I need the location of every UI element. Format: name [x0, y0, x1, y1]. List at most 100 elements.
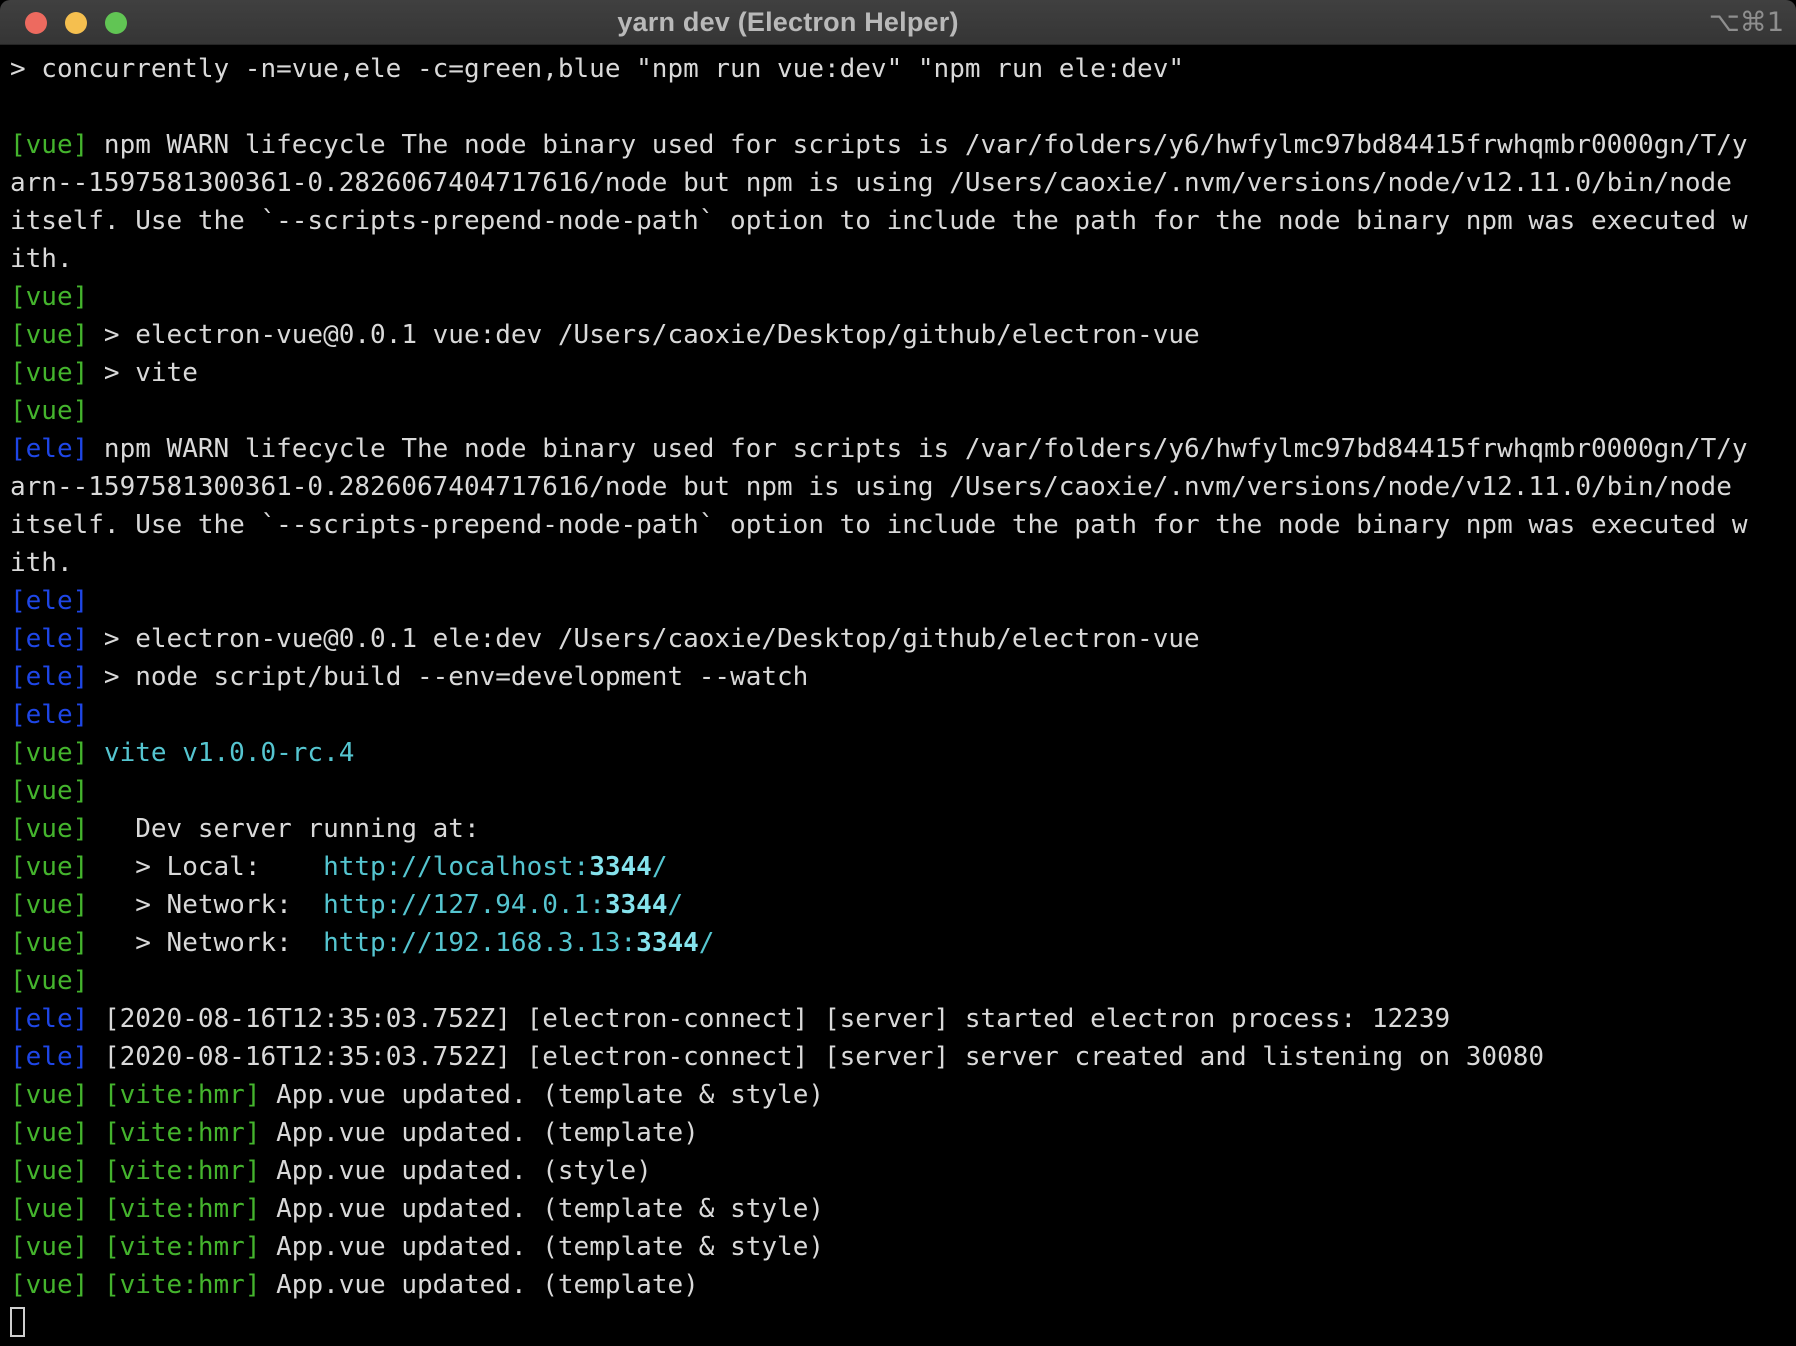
- terminal-text-segment: [vite:hmr]: [104, 1194, 261, 1224]
- terminal-text-segment: > electron-vue@0.0.1 ele:dev /Users/caox…: [88, 624, 1199, 654]
- terminal-text-segment: [vue]: [10, 852, 88, 882]
- terminal-text-segment: 3344: [589, 852, 652, 882]
- terminal-text-segment: [vue]: [10, 1080, 88, 1110]
- terminal-line: [vue] > Network: http://192.168.3.13:334…: [10, 924, 1796, 962]
- terminal-line: [vue] [vite:hmr] App.vue updated. (templ…: [10, 1266, 1796, 1304]
- terminal-line: [10, 88, 1796, 126]
- terminal-text-segment: [vue]: [10, 928, 88, 958]
- terminal-text-segment: ith.: [10, 548, 73, 578]
- terminal-line: [vue] npm WARN lifecycle The node binary…: [10, 126, 1796, 164]
- close-button[interactable]: [25, 12, 47, 34]
- terminal-cursor-line: [10, 1304, 1796, 1342]
- terminal-line: [vue] [vite:hmr] App.vue updated. (templ…: [10, 1114, 1796, 1152]
- terminal-text-segment: arn--1597581300361-0.2826067404717616/no…: [10, 472, 1732, 502]
- terminal-text-segment: > concurrently -n=vue,ele -c=green,blue …: [10, 54, 1184, 84]
- terminal-text-segment: [vue]: [10, 282, 88, 312]
- terminal-text-segment: [88, 1270, 104, 1300]
- terminal-line: [ele]: [10, 696, 1796, 734]
- terminal-line: arn--1597581300361-0.2826067404717616/no…: [10, 468, 1796, 506]
- terminal-text-segment: > Local:: [88, 852, 323, 882]
- terminal-line: [vue] vite v1.0.0-rc.4: [10, 734, 1796, 772]
- terminal-line: [vue] > electron-vue@0.0.1 vue:dev /User…: [10, 316, 1796, 354]
- terminal-text-segment: App.vue updated. (template & style): [260, 1194, 824, 1224]
- terminal-text-segment: > electron-vue@0.0.1 vue:dev /Users/caox…: [88, 320, 1199, 350]
- terminal-text-segment: [88, 1156, 104, 1186]
- terminal-line: [vue] [vite:hmr] App.vue updated. (templ…: [10, 1190, 1796, 1228]
- terminal-text-segment: [vue]: [10, 966, 88, 996]
- terminal-text-segment: [ele]: [10, 662, 88, 692]
- terminal-text-segment: [vue]: [10, 1270, 88, 1300]
- terminal-text-segment: App.vue updated. (template): [260, 1118, 698, 1148]
- terminal-text-segment: [vite:hmr]: [104, 1270, 261, 1300]
- terminal-line: [ele] > node script/build --env=developm…: [10, 658, 1796, 696]
- terminal-line: [vue] Dev server running at:: [10, 810, 1796, 848]
- terminal-text-segment: > node script/build --env=development --…: [88, 662, 808, 692]
- traffic-lights: [25, 0, 127, 45]
- terminal-text-segment: ith.: [10, 244, 73, 274]
- terminal-line: [ele] [2020-08-16T12:35:03.752Z] [electr…: [10, 1038, 1796, 1076]
- terminal-text-segment: [vite:hmr]: [104, 1118, 261, 1148]
- terminal-line: [vue]: [10, 392, 1796, 430]
- terminal-text-segment: App.vue updated. (template): [260, 1270, 698, 1300]
- terminal-text-segment: http://localhost:: [323, 852, 589, 882]
- terminal-text-segment: [vue]: [10, 1232, 88, 1262]
- terminal-text-segment: [vue]: [10, 890, 88, 920]
- terminal-line: [ele] > electron-vue@0.0.1 ele:dev /User…: [10, 620, 1796, 658]
- terminal-text-segment: [88, 1194, 104, 1224]
- terminal-text-segment: npm WARN lifecycle The node binary used …: [88, 434, 1747, 464]
- terminal-text-segment: [vue]: [10, 130, 88, 160]
- terminal-text-segment: http://127.94.0.1:: [323, 890, 605, 920]
- minimize-button[interactable]: [65, 12, 87, 34]
- terminal-text-segment: [vite:hmr]: [104, 1080, 261, 1110]
- terminal-line: itself. Use the `--scripts-prepend-node-…: [10, 202, 1796, 240]
- terminal-line: [ele] [2020-08-16T12:35:03.752Z] [electr…: [10, 1000, 1796, 1038]
- terminal-line: [vue] [vite:hmr] App.vue updated. (style…: [10, 1152, 1796, 1190]
- terminal-line: [vue]: [10, 962, 1796, 1000]
- terminal-text-segment: App.vue updated. (style): [260, 1156, 651, 1186]
- terminal-text-segment: [vue]: [10, 1194, 88, 1224]
- terminal-line: [vue]: [10, 772, 1796, 810]
- terminal-text-segment: [88, 738, 104, 768]
- terminal-text-segment: npm WARN lifecycle The node binary used …: [88, 130, 1747, 160]
- terminal-text-segment: [vue]: [10, 396, 88, 426]
- terminal-text-segment: Dev server running at:: [88, 814, 479, 844]
- terminal-text-segment: [ele]: [10, 586, 88, 616]
- terminal-text-segment: [vue]: [10, 358, 88, 388]
- terminal-text-segment: [88, 1080, 104, 1110]
- zoom-button[interactable]: [105, 12, 127, 34]
- terminal-text-segment: [vite:hmr]: [104, 1232, 261, 1262]
- terminal-line: [vue] > Network: http://127.94.0.1:3344/: [10, 886, 1796, 924]
- terminal-text-segment: [2020-08-16T12:35:03.752Z] [electron-con…: [88, 1042, 1544, 1072]
- terminal-line: arn--1597581300361-0.2826067404717616/no…: [10, 164, 1796, 202]
- terminal-text-segment: arn--1597581300361-0.2826067404717616/no…: [10, 168, 1732, 198]
- terminal-line: [ele] npm WARN lifecycle The node binary…: [10, 430, 1796, 468]
- terminal-text-segment: /: [667, 890, 683, 920]
- terminal-line: [vue] [vite:hmr] App.vue updated. (templ…: [10, 1076, 1796, 1114]
- terminal-text-segment: /: [652, 852, 668, 882]
- tab-shortcut-badge: ⌥⌘1: [1709, 0, 1784, 45]
- terminal-text-segment: [vue]: [10, 1118, 88, 1148]
- terminal-line: ith.: [10, 544, 1796, 582]
- terminal-line: [vue] [vite:hmr] App.vue updated. (templ…: [10, 1228, 1796, 1266]
- terminal-text-segment: [vue]: [10, 776, 88, 806]
- terminal-text-segment: App.vue updated. (template & style): [260, 1080, 824, 1110]
- window-title: yarn dev (Electron Helper): [617, 0, 958, 45]
- titlebar[interactable]: yarn dev (Electron Helper) ⌥⌘1: [0, 0, 1796, 45]
- terminal-output[interactable]: > concurrently -n=vue,ele -c=green,blue …: [0, 45, 1796, 1346]
- terminal-text-segment: > Network:: [88, 890, 323, 920]
- terminal-text-segment: vite v1.0.0-rc.4: [104, 738, 354, 768]
- terminal-line: [vue] > Local: http://localhost:3344/: [10, 848, 1796, 886]
- terminal-line: [ele]: [10, 582, 1796, 620]
- terminal-line: ith.: [10, 240, 1796, 278]
- terminal-text-segment: http://192.168.3.13:: [323, 928, 636, 958]
- terminal-text-segment: [vue]: [10, 320, 88, 350]
- terminal-window: yarn dev (Electron Helper) ⌥⌘1 > concurr…: [0, 0, 1796, 1346]
- terminal-text-segment: [ele]: [10, 1042, 88, 1072]
- terminal-text-segment: /: [699, 928, 715, 958]
- terminal-text-segment: [ele]: [10, 700, 88, 730]
- terminal-line: [vue] > vite: [10, 354, 1796, 392]
- terminal-text-segment: [vue]: [10, 738, 88, 768]
- terminal-text-segment: > vite: [88, 358, 198, 388]
- terminal-text-segment: itself. Use the `--scripts-prepend-node-…: [10, 510, 1748, 540]
- terminal-text-segment: itself. Use the `--scripts-prepend-node-…: [10, 206, 1748, 236]
